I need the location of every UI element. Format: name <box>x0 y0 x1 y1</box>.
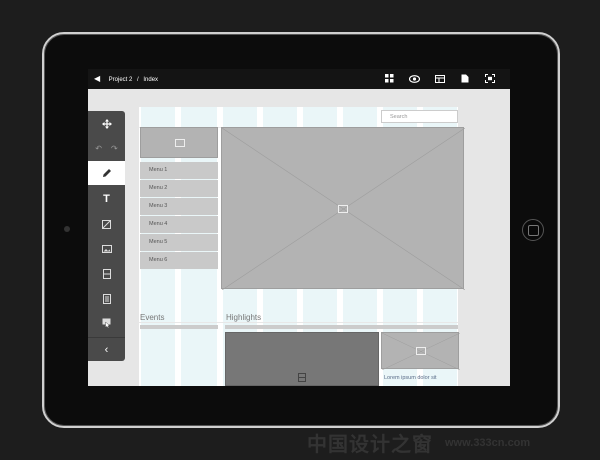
tools-sidebar: ↶ ↷ T ‹ <box>88 111 125 361</box>
home-button[interactable] <box>522 219 544 241</box>
watermark-text: 中国设计之窗 <box>307 434 433 456</box>
menu-item[interactable]: Menu 4 <box>140 216 218 233</box>
breadcrumb-separator: / <box>137 77 139 83</box>
layout-icon[interactable] <box>427 73 452 84</box>
text-icon[interactable]: T <box>88 187 125 211</box>
image-icon <box>175 139 185 147</box>
video-icon <box>298 373 306 382</box>
image-placeholder-icon[interactable] <box>88 212 125 236</box>
events-divider <box>140 325 218 329</box>
back-arrow-icon[interactable]: ◀ <box>94 73 104 84</box>
hero-image-placeholder[interactable] <box>221 127 465 290</box>
highlight-image-placeholder[interactable] <box>381 332 460 370</box>
fullscreen-icon[interactable] <box>477 73 502 84</box>
app-screen: ◀ Project 2 / Index Search Menu 1 Menu 2… <box>88 69 510 386</box>
move-icon[interactable] <box>88 111 125 136</box>
menu-item[interactable]: Menu 6 <box>140 252 218 269</box>
breadcrumb: ◀ Project 2 / Index <box>94 73 161 86</box>
menu-item[interactable]: Menu 3 <box>140 198 218 215</box>
undo-redo-group: ↶ ↷ <box>88 138 125 159</box>
redo-icon[interactable]: ↷ <box>111 144 118 153</box>
highlight-caption: Lorem ipsum dolor sit <box>384 375 437 381</box>
pencil-icon[interactable] <box>88 161 125 185</box>
form-icon[interactable] <box>88 287 125 311</box>
menu-item[interactable]: Menu 5 <box>140 234 218 251</box>
watermark-url: www.333cn.com <box>445 437 531 449</box>
logo-image-placeholder[interactable] <box>140 127 218 158</box>
menu-item[interactable]: Menu 1 <box>140 162 218 179</box>
collapse-chevron-icon[interactable]: ‹ <box>88 337 125 362</box>
undo-icon[interactable]: ↶ <box>95 144 102 153</box>
side-menu: Menu 1 Menu 2 Menu 3 Menu 4 Menu 5 Menu … <box>140 162 218 270</box>
search-input[interactable]: Search <box>381 110 458 123</box>
breadcrumb-page: Index <box>143 77 159 83</box>
video-icon[interactable] <box>88 262 125 286</box>
picture-icon[interactable] <box>88 237 125 261</box>
video-placeholder[interactable] <box>225 332 379 386</box>
top-bar: ◀ Project 2 / Index <box>88 69 510 89</box>
image-icon <box>338 205 348 213</box>
camera <box>64 226 70 232</box>
document-icon[interactable] <box>452 73 477 84</box>
components-icon[interactable] <box>377 73 402 84</box>
widget-icon[interactable] <box>88 311 125 335</box>
highlights-title: Highlights <box>226 313 262 322</box>
menu-item[interactable]: Menu 2 <box>140 180 218 197</box>
image-icon <box>416 347 426 355</box>
highlights-divider <box>225 325 458 329</box>
preview-eye-icon[interactable] <box>402 73 427 84</box>
events-title: Events <box>140 313 165 322</box>
breadcrumb-project[interactable]: Project 2 <box>109 77 133 83</box>
